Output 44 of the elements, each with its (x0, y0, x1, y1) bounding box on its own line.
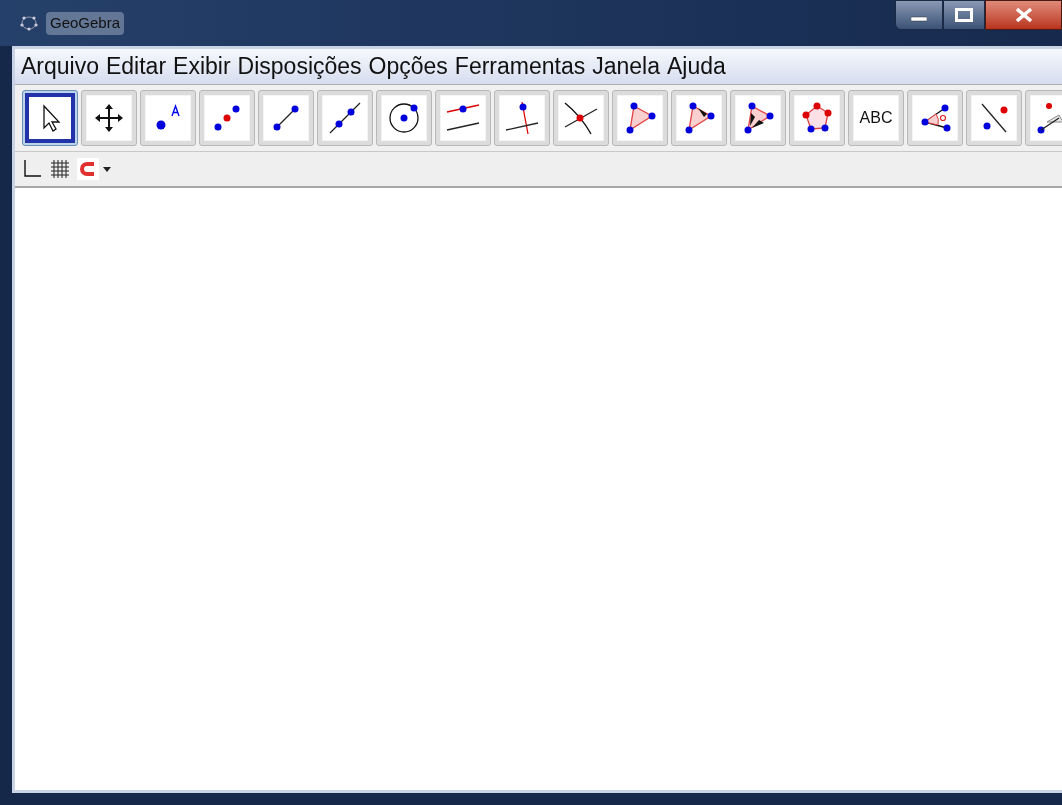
dropdown-caret-icon[interactable] (103, 166, 111, 172)
close-icon (1014, 7, 1033, 23)
dilation-icon (1035, 100, 1062, 136)
tool-button[interactable] (258, 90, 314, 146)
tool-button[interactable] (730, 90, 786, 146)
window-title: GeoGebra (46, 12, 125, 35)
menu-item[interactable]: Opções (368, 55, 448, 78)
circle-icon (386, 100, 422, 136)
maximize-button[interactable] (943, 0, 985, 30)
tool-button[interactable] (435, 90, 491, 146)
axes-toggle[interactable] (21, 158, 43, 180)
app-logo-icon (20, 15, 38, 32)
maximize-icon (955, 8, 973, 22)
close-button[interactable] (985, 0, 1062, 30)
tool-button[interactable] (376, 90, 432, 146)
minimize-button[interactable] (895, 0, 943, 30)
grid-toggle[interactable] (49, 158, 71, 180)
perpendicular-line-icon (504, 100, 540, 136)
menu-item[interactable]: Exibir (173, 55, 231, 78)
menu-item[interactable]: Ajuda (667, 55, 726, 78)
tool-button[interactable] (494, 90, 550, 146)
menu-item[interactable]: Ferramentas (454, 55, 586, 78)
tool-button[interactable] (81, 90, 137, 146)
tool-button[interactable] (553, 90, 609, 146)
tool-button[interactable] (22, 90, 78, 146)
tool-button[interactable] (671, 90, 727, 146)
minimize-icon (911, 16, 927, 22)
menu-item[interactable]: Janela (592, 55, 660, 78)
grid-icon (49, 158, 71, 180)
tool-button[interactable] (789, 90, 845, 146)
tool-button[interactable] (907, 90, 963, 146)
axes-icon (21, 158, 43, 180)
menu-item[interactable]: Disposições (237, 55, 362, 78)
menu-item[interactable]: Arquivo (21, 55, 99, 78)
intersection-icon (563, 100, 599, 136)
tool-button[interactable] (317, 90, 373, 146)
tool-button[interactable] (199, 90, 255, 146)
tool-button[interactable]: ABC (848, 90, 904, 146)
menu-item[interactable]: Editar (106, 55, 167, 78)
tool-button[interactable] (966, 90, 1022, 146)
magnet-toggle[interactable] (77, 158, 99, 180)
tool-button[interactable] (140, 90, 196, 146)
tool-button[interactable] (612, 90, 668, 146)
line-icon (327, 100, 363, 136)
